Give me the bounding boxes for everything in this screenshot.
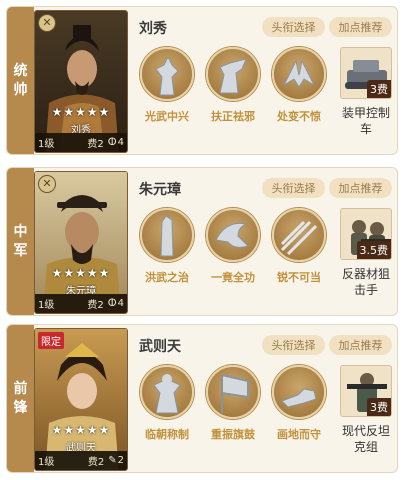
hand-skill-icon	[272, 365, 326, 419]
hero-level: 1级	[38, 457, 55, 468]
title-select-button[interactable]: 头衔选择	[262, 335, 325, 355]
hero-stats-bar: 1级 费2 ✎ 2	[35, 451, 127, 470]
arrows-skill-icon	[272, 208, 326, 262]
star-rating: ★★★★★	[51, 105, 111, 119]
role-label: 中军	[13, 223, 28, 259]
troop-count: 4	[117, 137, 124, 148]
wave-skill-icon	[206, 208, 260, 262]
troop-count: 2	[117, 455, 124, 466]
hero-cost: 费2	[87, 457, 105, 468]
role-label: 统帅	[13, 62, 28, 98]
star-rating: ★★★★★	[51, 266, 111, 280]
skill-name: 光武中兴	[145, 110, 189, 123]
skill-name: 扶正祛邪	[211, 110, 255, 123]
hero-stats-bar: 1级 费2 ⵀ 4	[35, 294, 127, 313]
recommend-points-button[interactable]: 加点推荐	[329, 335, 392, 355]
hero-portrait[interactable]: ✕ ★★★★★ 朱元璋 1级 费2 ⵀ 4	[34, 171, 128, 314]
hero-name: 武则天	[139, 339, 181, 355]
recommend-points-button[interactable]: 加点推荐	[329, 17, 392, 37]
skill-slot[interactable]: 临朝称制	[132, 365, 202, 442]
hero-name: 朱元璋	[139, 182, 181, 198]
antitank-equipment-icon: 3费	[340, 365, 392, 417]
tank-equipment-icon: 3费	[340, 47, 392, 99]
hero-card: 统帅 ✕ ★★★★★ 刘秀 1级 费2 ⵀ 4 刘秀 头衔选择 加点推荐 光武中…	[6, 6, 398, 155]
skill-name: 画地而守	[277, 428, 321, 441]
limited-badge: 限定	[38, 332, 64, 349]
hero-cost: 费2	[87, 139, 104, 150]
hero-level: 1级	[38, 300, 55, 311]
hero-card: 前锋 限定 ★★★★★ 武则天 1级 费2 ✎ 2 武则天 头衔选择 加点推荐 …	[6, 324, 398, 473]
skill-slot[interactable]: 处变不惊	[264, 47, 334, 124]
skill-slot[interactable]: 画地而守	[264, 365, 334, 442]
role-strip: 前锋	[7, 325, 34, 472]
recommend-points-button[interactable]: 加点推荐	[329, 178, 392, 198]
skill-name: 一竟全功	[211, 271, 255, 284]
skill-name: 临朝称制	[145, 428, 189, 441]
hero-card: 中军 ✕ ★★★★★ 朱元璋 1级 费2 ⵀ 4 朱元璋 头衔选择 加点推荐 洪…	[6, 167, 398, 316]
equipment-cost: 3.5费	[356, 241, 391, 259]
skill-slot[interactable]: 光武中兴	[132, 47, 202, 124]
hero-portrait[interactable]: 限定 ★★★★★ 武则天 1级 费2 ✎ 2	[34, 328, 128, 471]
equipment-name: 反器材狙击手	[341, 267, 390, 297]
equipment-slot[interactable]: 3费 装甲控制车	[337, 47, 395, 137]
horn-skill-icon	[206, 47, 260, 101]
role-label: 前锋	[13, 380, 28, 416]
equipment-slot[interactable]: 3.5费 反器材狙击手	[337, 208, 395, 298]
faction-icon: ✕	[38, 175, 56, 193]
faction-icon: ✕	[38, 14, 56, 32]
equipment-slot[interactable]: 3费 现代反坦克组	[337, 365, 395, 455]
hero-portrait[interactable]: ✕ ★★★★★ 刘秀 1级 费2 ⵀ 4	[34, 10, 128, 153]
skill-slot[interactable]: 重振旗鼓	[198, 365, 268, 442]
hero-level: 1级	[38, 139, 55, 150]
statue-skill-icon	[140, 47, 194, 101]
sniper-equipment-icon: 3.5费	[340, 208, 392, 260]
equipment-name: 现代反坦克组	[341, 424, 390, 454]
hands-skill-icon	[272, 47, 326, 101]
troop-type-icon: ⵀ	[107, 298, 117, 309]
empress-skill-icon	[140, 365, 194, 419]
skill-slot[interactable]: 一竟全功	[198, 208, 268, 285]
star-rating: ★★★★★	[51, 423, 111, 437]
role-strip: 统帅	[7, 7, 34, 154]
role-strip: 中军	[7, 168, 34, 315]
troop-type-icon: ⵀ	[107, 137, 117, 148]
equipment-cost: 3费	[367, 398, 391, 416]
skill-name: 重振旗鼓	[211, 428, 255, 441]
skill-slot[interactable]: 扶正祛邪	[198, 47, 268, 124]
pillar-skill-icon	[140, 208, 194, 262]
skill-name: 处变不惊	[277, 110, 321, 123]
equipment-name: 装甲控制车	[341, 106, 390, 136]
equipment-cost: 3费	[367, 80, 391, 98]
title-select-button[interactable]: 头衔选择	[262, 17, 325, 37]
skill-slot[interactable]: 锐不可当	[264, 208, 334, 285]
skill-name: 锐不可当	[277, 271, 321, 284]
flag-skill-icon	[206, 365, 260, 419]
hero-cost: 费2	[87, 300, 104, 311]
skill-slot[interactable]: 洪武之治	[132, 208, 202, 285]
hero-stats-bar: 1级 费2 ⵀ 4	[35, 133, 127, 152]
troop-type-icon: ✎	[108, 455, 117, 466]
troop-count: 4	[117, 298, 124, 309]
title-select-button[interactable]: 头衔选择	[262, 178, 325, 198]
hero-name: 刘秀	[139, 21, 167, 37]
skill-name: 洪武之治	[145, 271, 189, 284]
